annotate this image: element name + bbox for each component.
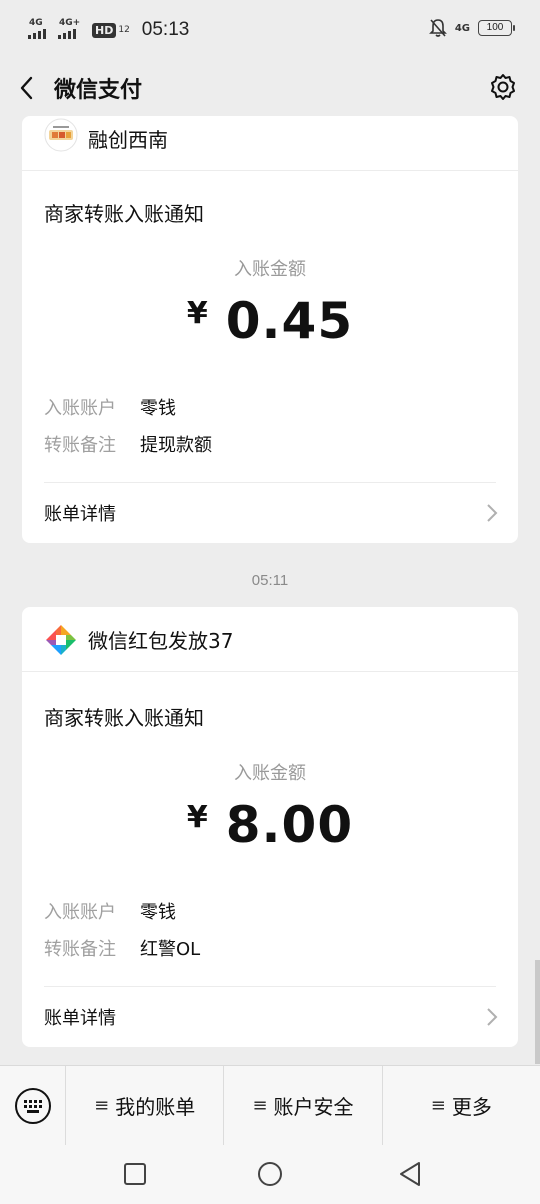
message-card-1: 融创西南 商家转账入账通知 入账金额 ¥ 0.45 入账账户 零钱 转账备注 提… [22,116,518,543]
account-value: 零钱 [140,398,176,419]
amount-label: 入账金额 [234,763,306,784]
network-type-label: 4G [29,18,43,28]
scrollbar[interactable] [535,960,540,1064]
sender-logo-icon [44,118,78,152]
signal-icon: 4G [28,18,52,41]
back-triangle-icon[interactable] [395,1159,425,1189]
note-row: 转账备注 提现款额 [44,431,212,457]
chevron-left-icon [20,76,33,100]
account-value: 零钱 [140,902,176,923]
menu-account-security-label: 账户安全 [273,1095,354,1119]
chevron-right-icon [487,1008,498,1026]
currency-symbol: ¥ [186,296,208,331]
network-type-right: 4G [454,22,470,34]
account-row: 入账账户 零钱 [44,898,176,924]
bill-detail-label: 账单详情 [44,504,116,525]
amount-label: 入账金额 [234,259,306,280]
system-navigation-bar [0,1145,540,1204]
recent-apps-icon[interactable] [120,1159,150,1189]
message-title: 商家转账入账通知 [44,706,204,730]
page-title: 微信支付 [54,78,143,103]
menu-more-label: 更多 [451,1095,492,1119]
note-value: 提现款额 [140,435,212,456]
hd-badge: HD [92,22,117,38]
note-label: 转账备注 [44,939,116,960]
amount-row: ¥ 0.45 [22,292,518,350]
keyboard-toggle-button[interactable] [0,1065,66,1146]
message-title: 商家转账入账通知 [44,202,204,226]
note-row: 转账备注 红警OL [44,935,200,961]
account-row: 入账账户 零钱 [44,394,176,420]
chevron-right-icon [487,504,498,522]
wechat-pay-logo-icon [46,625,76,655]
home-icon[interactable] [255,1159,285,1189]
menu-my-bills-label: 我的账单 [115,1095,196,1119]
network-type-label-2: 4G+ [59,18,81,28]
account-label: 入账账户 [44,398,116,419]
bill-detail-link[interactable]: 账单详情 [22,987,518,1047]
amount-value: 8.00 [225,796,354,854]
amount-row: ¥ 8.00 [22,796,518,854]
amount-value: 0.45 [225,292,354,350]
settings-button[interactable] [488,72,518,102]
menu-list-icon: ≡ [94,1095,110,1116]
mute-bell-icon [428,19,447,37]
keyboard-icon [14,1087,51,1124]
card-header: 融创西南 [22,116,518,171]
battery-icon: 100 [478,20,515,36]
bill-detail-link[interactable]: 账单详情 [22,483,518,543]
sender-name: 融创西南 [88,128,168,152]
status-bar: 4G 4G+ HD 12 05:13 4G 100 [0,0,540,60]
signal-icon-2: 4G+ [58,18,82,41]
card-header: 微信红包发放37 [22,607,518,672]
menu-my-bills[interactable]: ≡ 我的账单 [66,1065,225,1146]
bill-detail-label: 账单详情 [44,1008,116,1029]
menu-more[interactable]: ≡ 更多 [383,1066,540,1146]
back-button[interactable] [16,74,40,102]
menu-list-icon: ≡ [430,1095,446,1116]
nav-bar: 微信支付 [0,60,540,116]
account-label: 入账账户 [44,902,116,923]
hd-sim-index: 12 [118,24,130,35]
note-label: 转账备注 [44,435,116,456]
currency-symbol: ¥ [186,800,208,835]
gear-icon [491,74,515,100]
message-timestamp: 05:11 [251,572,289,589]
bottom-menu: ≡ 我的账单 ≡ 账户安全 ≡ 更多 [0,1065,540,1146]
message-card-2: 微信红包发放37 商家转账入账通知 入账金额 ¥ 8.00 入账账户 零钱 转账… [22,607,518,1047]
note-value: 红警OL [140,939,201,960]
menu-list-icon: ≡ [252,1095,268,1116]
sender-name: 微信红包发放37 [88,629,234,653]
menu-account-security[interactable]: ≡ 账户安全 [224,1065,383,1146]
status-time: 05:13 [141,19,190,40]
